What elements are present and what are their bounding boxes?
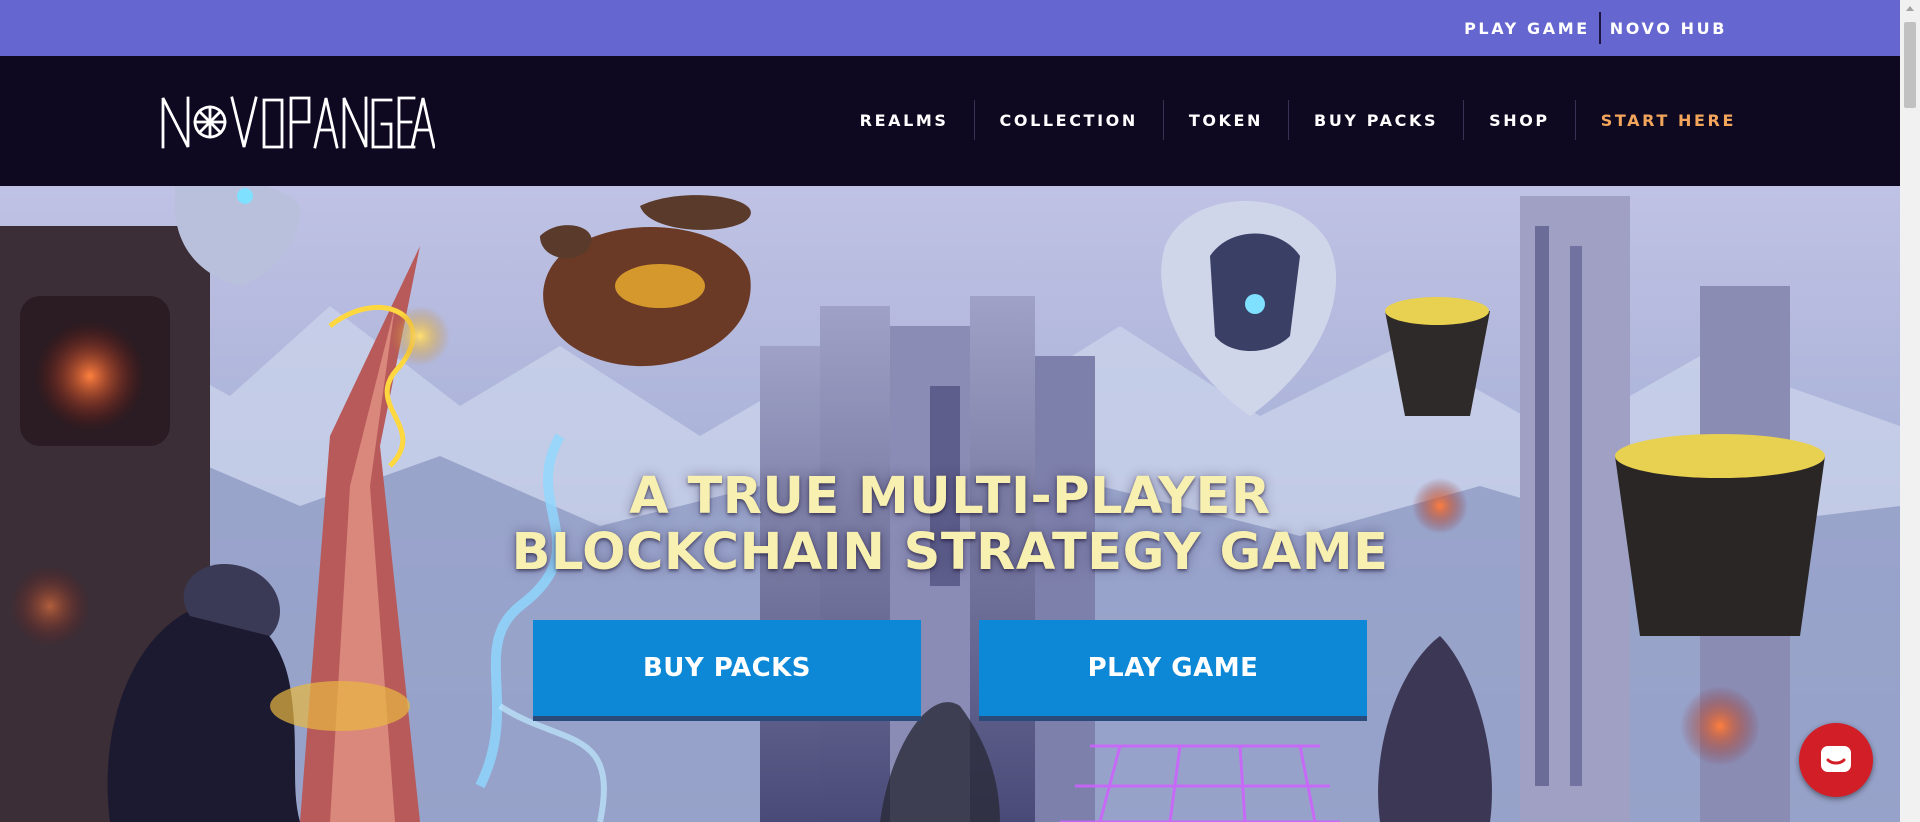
hero-headline-line-1: A TRUE MULTI-PLAYER (629, 467, 1271, 526)
nav-collection[interactable]: COLLECTION (975, 111, 1163, 130)
top-utility-bar: PLAY GAME NOVO HUB (0, 0, 1900, 56)
top-link-play-game[interactable]: PLAY GAME (1455, 19, 1599, 38)
scroll-up-icon[interactable] (1906, 6, 1914, 11)
main-navbar: REALMS COLLECTION TOKEN BUY PACKS SHOP S… (0, 56, 1900, 186)
nav-shop[interactable]: SHOP (1464, 111, 1575, 130)
site-logo[interactable] (160, 94, 436, 150)
chat-launcher-button[interactable] (1799, 723, 1873, 797)
hero-buy-packs-button[interactable]: BUY PACKS (533, 620, 921, 716)
chat-icon (1821, 746, 1851, 772)
hero-section: A TRUE MULTI-PLAYER BLOCKCHAIN STRATEGY … (0, 186, 1900, 822)
novopangea-logo (161, 96, 436, 149)
top-link-novo-hub[interactable]: NOVO HUB (1601, 19, 1736, 38)
hero-headline-line-2: BLOCKCHAIN STRATEGY GAME (511, 523, 1389, 582)
nav-start-here[interactable]: START HERE (1576, 111, 1736, 130)
top-links: PLAY GAME NOVO HUB (1455, 0, 1736, 56)
wheel-logo-icon (193, 105, 227, 139)
page-scrollbar[interactable] (1900, 0, 1920, 822)
nav-buy-packs[interactable]: BUY PACKS (1289, 111, 1463, 130)
nav-realms[interactable]: REALMS (835, 111, 974, 130)
hero-play-game-button[interactable]: PLAY GAME (979, 620, 1367, 716)
scrollbar-thumb[interactable] (1904, 22, 1916, 108)
nav-token[interactable]: TOKEN (1164, 111, 1288, 130)
primary-nav: REALMS COLLECTION TOKEN BUY PACKS SHOP S… (835, 88, 1736, 152)
